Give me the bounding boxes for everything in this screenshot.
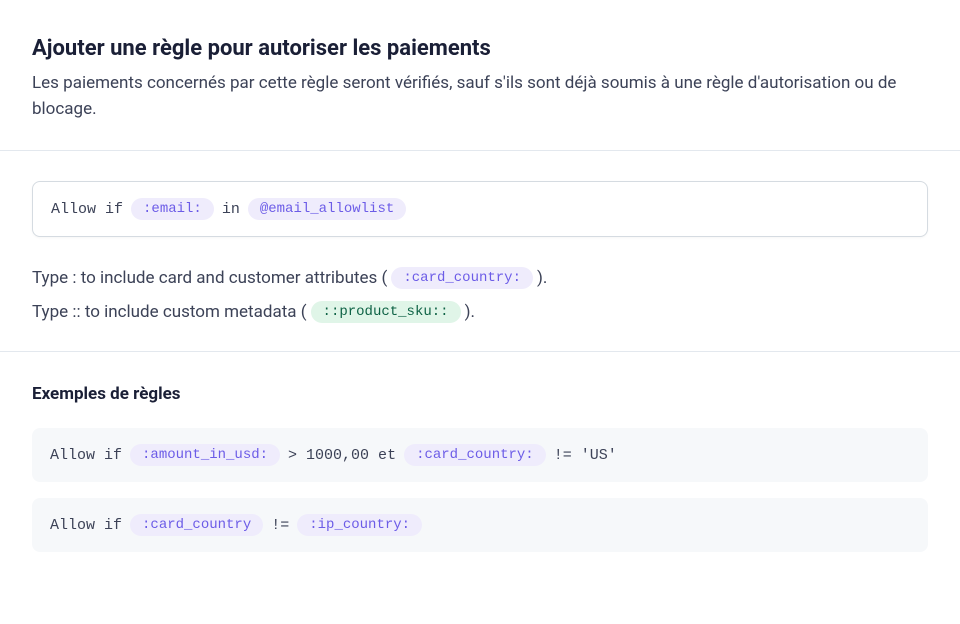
card-country-token: :card_country: bbox=[391, 267, 533, 289]
example-rule-1[interactable]: Allow if :amount_in_usd: > 1000,00 et :c… bbox=[32, 428, 928, 482]
examples-section: Exemples de règles Allow if :amount_in_u… bbox=[0, 352, 960, 572]
card-country-token-ex2: :card_country bbox=[130, 514, 263, 536]
rule-in-keyword: in bbox=[222, 201, 240, 218]
page-description: Les paiements concernés par cette règle … bbox=[32, 71, 928, 122]
ex1-allow-if: Allow if bbox=[50, 447, 122, 464]
product-sku-token: ::product_sku:: bbox=[311, 301, 461, 323]
ex1-op1: > 1000,00 et bbox=[288, 447, 396, 464]
email-allowlist-token: @email_allowlist bbox=[248, 198, 406, 220]
hint-metadata: Type :: to include custom metadata ( ::p… bbox=[32, 301, 928, 323]
amount-in-usd-token: :amount_in_usd: bbox=[130, 444, 280, 466]
hint2-suffix: ). bbox=[465, 302, 475, 322]
input-section: Allow if :email: in @email_allowlist Typ… bbox=[0, 151, 960, 352]
ip-country-token: :ip_country: bbox=[297, 514, 422, 536]
hint2-prefix: Type :: to include custom metadata ( bbox=[32, 302, 307, 322]
rule-allow-if: Allow if bbox=[51, 201, 123, 218]
page-title: Ajouter une règle pour autoriser les pai… bbox=[32, 36, 928, 61]
ex1-op2: != 'US' bbox=[554, 447, 617, 464]
ex2-allow-if: Allow if bbox=[50, 517, 122, 534]
examples-title: Exemples de règles bbox=[32, 384, 928, 404]
rule-editor-panel: Ajouter une règle pour autoriser les pai… bbox=[0, 0, 960, 624]
example-rule-2[interactable]: Allow if :card_country != :ip_country: bbox=[32, 498, 928, 552]
card-country-token-ex1: :card_country: bbox=[404, 444, 546, 466]
rule-input-field[interactable]: Allow if :email: in @email_allowlist bbox=[32, 181, 928, 237]
header-section: Ajouter une règle pour autoriser les pai… bbox=[0, 0, 960, 151]
hint1-prefix: Type : to include card and customer attr… bbox=[32, 268, 387, 288]
ex2-op1: != bbox=[271, 517, 289, 534]
hint1-suffix: ). bbox=[537, 268, 547, 288]
email-token: :email: bbox=[131, 198, 214, 220]
hint-attributes: Type : to include card and customer attr… bbox=[32, 267, 928, 289]
